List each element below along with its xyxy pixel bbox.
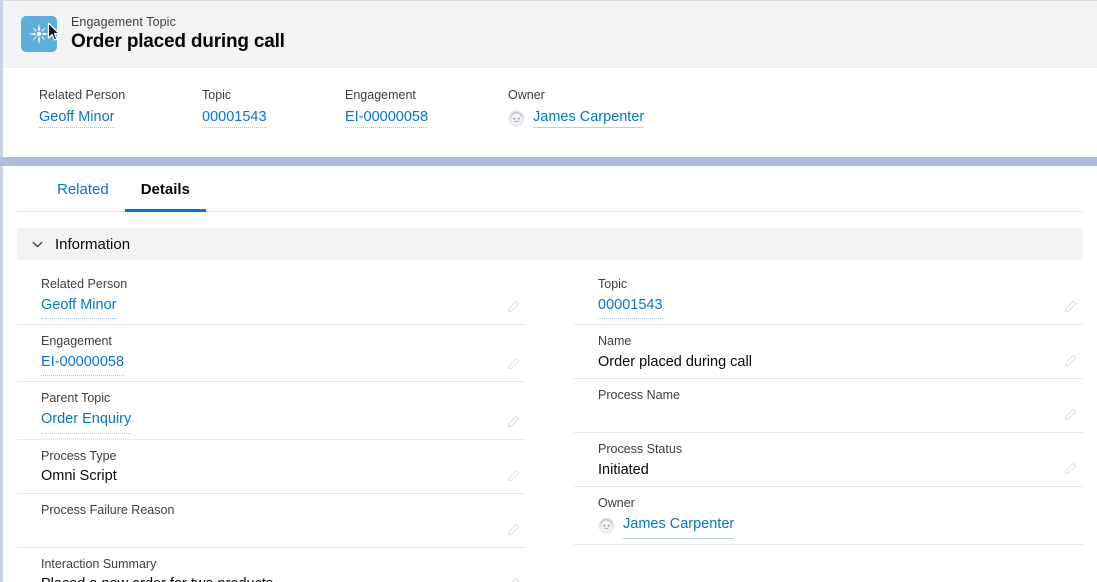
engagement-link[interactable]: EI-00000058 — [345, 109, 429, 128]
highlight-topic: Topic 00001543 — [202, 88, 345, 128]
field-owner: Owner James Carpenter — [574, 487, 1083, 545]
field-parent-topic: Parent Topic Order Enquiry — [17, 382, 526, 440]
field-value: EI-00000058 — [41, 351, 498, 377]
fields-column-right: Topic 00001543 Name Order placed during … — [574, 268, 1083, 582]
highlight-label: Topic — [202, 88, 232, 102]
highlight-value: 00001543 — [202, 109, 345, 128]
field-process-failure-reason: Process Failure Reason — [17, 494, 526, 548]
field-value: Geoff Minor — [41, 294, 498, 320]
field-value: Omni Script — [41, 468, 117, 485]
field-label: Process Failure Reason — [41, 502, 175, 517]
field-label: Owner — [598, 496, 635, 511]
field-label: Engagement — [41, 334, 112, 349]
tab-bar: Related Details — [17, 166, 1083, 212]
field-value: Initiated — [598, 461, 649, 478]
field-label: Process Type — [41, 448, 117, 463]
highlights-row: Related Person Geoff Minor Topic 0000154… — [3, 68, 1097, 128]
information-field-grid: Related Person Geoff Minor Engagement EI… — [3, 260, 1097, 582]
field-related-person-link[interactable]: Geoff Minor — [41, 294, 117, 320]
field-engagement-link[interactable]: EI-00000058 — [41, 351, 125, 377]
field-label: Name — [598, 334, 632, 349]
field-process-type: Process Type Omni Script — [17, 440, 526, 494]
edit-pencil-icon[interactable] — [507, 523, 520, 536]
record-type-label: Engagement Topic — [71, 15, 176, 30]
highlight-label: Engagement — [345, 88, 416, 102]
edit-pencil-icon[interactable] — [507, 415, 520, 428]
field-interaction-summary: Interaction Summary Placed a new order f… — [17, 548, 526, 582]
record-highlights-card: Engagement Topic Order placed during cal… — [0, 0, 1097, 157]
field-value: Placed a new order for two products. — [41, 573, 498, 582]
field-value: 00001543 — [598, 294, 1055, 320]
page-title: Order placed during call — [71, 30, 285, 52]
sparkle-glyph — [28, 23, 50, 45]
field-process-status: Process Status Initiated — [574, 433, 1083, 488]
field-topic-link[interactable]: 00001543 — [598, 294, 663, 320]
edit-pencil-icon[interactable] — [1064, 354, 1077, 367]
field-value — [41, 520, 498, 542]
field-value: James Carpenter — [598, 513, 1055, 539]
highlight-value: EI-00000058 — [345, 109, 508, 128]
tab-related[interactable]: Related — [41, 181, 125, 212]
field-label: Process Name — [598, 388, 680, 403]
edit-pencil-icon[interactable] — [507, 357, 520, 370]
topic-link[interactable]: 00001543 — [202, 109, 267, 128]
field-engagement: Engagement EI-00000058 — [17, 325, 526, 383]
highlight-owner: Owner James Carpenter — [508, 88, 728, 128]
owner-link[interactable]: James Carpenter — [533, 109, 645, 128]
field-label: Process Status — [598, 442, 683, 457]
edit-pencil-icon[interactable] — [507, 300, 520, 313]
field-label: Topic — [598, 277, 628, 291]
avatar — [598, 517, 615, 535]
edit-pencil-icon[interactable] — [1064, 300, 1077, 313]
field-value: Order placed during call — [598, 353, 752, 370]
edit-pencil-icon[interactable] — [507, 469, 520, 482]
field-value: Order Enquiry — [41, 408, 498, 434]
field-topic: Topic 00001543 — [574, 268, 1083, 326]
edit-pencil-icon[interactable] — [1064, 462, 1077, 475]
engagement-topic-icon — [21, 16, 60, 52]
field-label: Parent Topic — [41, 391, 111, 406]
details-card: Related Details Information Related Pers… — [0, 166, 1097, 582]
highlight-label: Owner — [508, 88, 545, 102]
highlight-related-person: Related Person Geoff Minor — [39, 88, 202, 128]
related-person-link[interactable]: Geoff Minor — [39, 109, 115, 128]
record-title-block: Engagement Topic Order placed during cal… — [71, 15, 285, 52]
section-title: Information — [55, 235, 131, 253]
field-parent-topic-link[interactable]: Order Enquiry — [41, 408, 132, 434]
highlight-engagement: Engagement EI-00000058 — [345, 88, 508, 128]
chevron-down-icon[interactable] — [31, 238, 44, 251]
field-owner-link[interactable]: James Carpenter — [623, 513, 735, 539]
avatar — [508, 110, 525, 127]
highlight-value: James Carpenter — [508, 109, 728, 128]
field-label: Related Person — [41, 277, 128, 291]
field-related-person: Related Person Geoff Minor — [17, 268, 526, 326]
fields-column-left: Related Person Geoff Minor Engagement EI… — [17, 268, 526, 582]
field-name: Name Order placed during call — [574, 325, 1083, 380]
field-process-name: Process Name — [574, 379, 1083, 434]
field-label: Interaction Summary — [41, 556, 157, 571]
edit-pencil-icon[interactable] — [507, 577, 520, 582]
edit-pencil-icon[interactable] — [1064, 408, 1077, 421]
highlight-value: Geoff Minor — [39, 109, 202, 128]
information-section-header[interactable]: Information — [17, 228, 1083, 260]
field-value — [598, 405, 1055, 427]
tab-details[interactable]: Details — [124, 181, 206, 212]
card-separator-band — [0, 157, 1097, 166]
highlight-label: Related Person — [39, 88, 126, 102]
record-header: Engagement Topic Order placed during cal… — [3, 1, 1097, 68]
record-page: Engagement Topic Order placed during cal… — [0, 0, 1097, 582]
